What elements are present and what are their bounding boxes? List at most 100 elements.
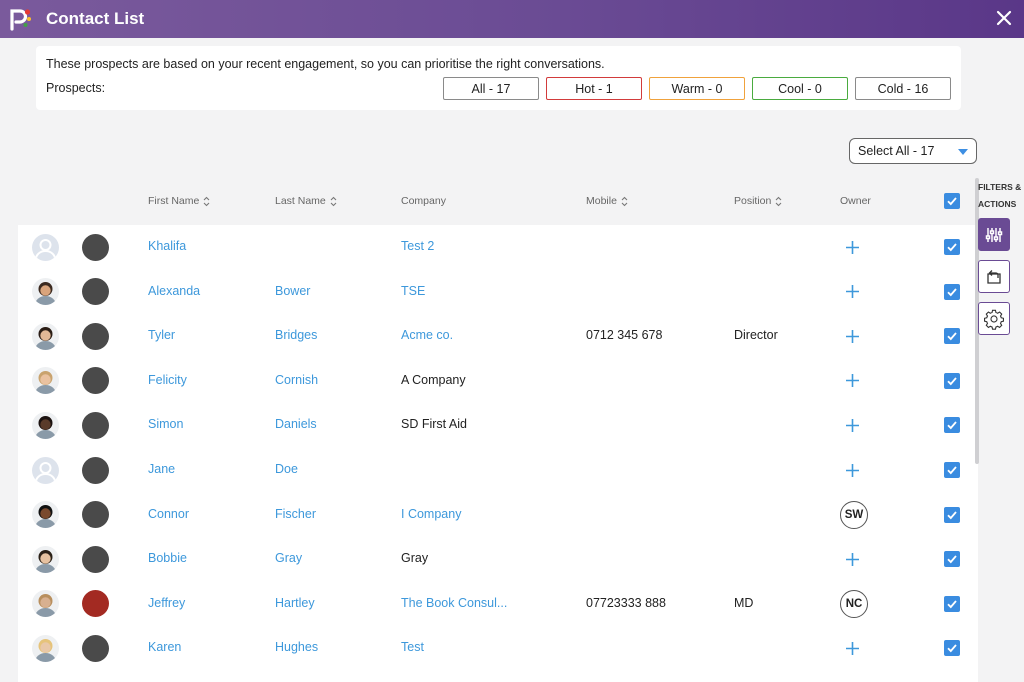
last-name-link[interactable]: Hartley — [275, 596, 315, 610]
status-indicator — [82, 322, 109, 350]
add-owner-icon[interactable] — [845, 373, 860, 388]
last-name-link[interactable]: Hughes — [275, 640, 318, 654]
row-checkbox[interactable] — [944, 462, 960, 479]
last-name-link[interactable]: Fischer — [275, 507, 316, 521]
move-to-folder-icon — [987, 269, 1001, 284]
row-checkbox[interactable] — [944, 239, 960, 256]
owner-badge[interactable]: NC — [840, 589, 868, 618]
table-row[interactable]: Felicity Cornish A Company — [18, 359, 978, 404]
column-header-company: Company — [401, 195, 446, 207]
row-checkbox[interactable] — [944, 595, 960, 612]
first-name-link[interactable]: Felicity — [148, 373, 187, 387]
avatar — [32, 411, 59, 439]
avatar-placeholder-icon — [32, 233, 59, 261]
table-row[interactable]: Simon Daniels SD First Aid — [18, 403, 978, 448]
company-cell[interactable]: Test — [401, 640, 424, 654]
close-icon[interactable] — [994, 8, 1014, 28]
first-name-link[interactable]: Jeffrey — [148, 596, 185, 610]
checkmark-icon — [947, 555, 957, 564]
last-name-link[interactable]: Bower — [275, 284, 310, 298]
table-row[interactable]: Khalifa Test 2 — [18, 225, 978, 270]
row-checkbox[interactable] — [944, 328, 960, 345]
add-owner-icon[interactable] — [845, 552, 860, 567]
position-cell: Director — [734, 328, 778, 343]
filter-button-1[interactable]: Hot - 1 — [546, 77, 642, 100]
company-cell[interactable]: TSE — [401, 284, 425, 298]
table-row[interactable]: Karen Hughes Test — [18, 626, 978, 671]
add-owner-icon[interactable] — [845, 463, 860, 478]
add-owner-icon[interactable] — [845, 641, 860, 656]
avatar — [32, 278, 59, 306]
table-row[interactable]: Jeffrey Hartley The Book Consul... 07723333… — [18, 581, 978, 626]
last-name-link[interactable]: Doe — [275, 462, 298, 476]
position-cell: MD — [734, 595, 754, 610]
sort-icon — [203, 196, 210, 206]
filter-button-2[interactable]: Warm - 0 — [649, 77, 745, 100]
last-name-link[interactable]: Cornish — [275, 373, 318, 387]
first-name-link[interactable]: Karen — [148, 640, 181, 654]
row-checkbox[interactable] — [944, 283, 960, 300]
status-indicator — [82, 411, 109, 439]
sort-icon — [330, 196, 337, 206]
add-owner-icon[interactable] — [845, 240, 860, 255]
table-row[interactable]: Alexanda Bower TSE — [18, 270, 978, 315]
column-header-last-name[interactable]: Last Name — [275, 195, 337, 207]
avatar — [32, 322, 59, 350]
avatar — [32, 501, 59, 529]
column-header-mobile[interactable]: Mobile — [586, 195, 628, 207]
window-title: Contact List — [46, 9, 145, 28]
company-cell[interactable]: Acme co. — [401, 328, 453, 342]
export-button[interactable] — [978, 260, 1010, 293]
add-owner-icon[interactable] — [845, 329, 860, 344]
filters-button[interactable] — [978, 218, 1010, 251]
status-indicator — [82, 233, 109, 261]
first-name-link[interactable]: Simon — [148, 417, 183, 431]
company-cell[interactable]: The Book Consul... — [401, 596, 507, 610]
first-name-link[interactable]: Connor — [148, 507, 189, 521]
company-cell[interactable]: Test 2 — [401, 239, 434, 253]
select-all-label: Select All - 17 — [858, 144, 935, 158]
first-name-link[interactable]: Khalifa — [148, 239, 186, 253]
last-name-link[interactable]: Bridges — [275, 328, 317, 342]
row-checkbox[interactable] — [944, 372, 960, 389]
table-row[interactable]: Bobbie Gray Gray — [18, 537, 978, 582]
filter-button-0[interactable]: All - 17 — [443, 77, 539, 100]
filter-button-4[interactable]: Cold - 16 — [855, 77, 951, 100]
first-name-link[interactable]: Tyler — [148, 328, 175, 342]
sliders-icon — [985, 227, 1003, 242]
company-cell: SD First Aid — [401, 417, 467, 432]
filter-button-3[interactable]: Cool - 0 — [752, 77, 848, 100]
settings-button[interactable] — [978, 302, 1010, 335]
mobile-cell: 0712 345 678 — [586, 328, 663, 343]
select-all-checkbox[interactable] — [944, 193, 960, 209]
table-row[interactable]: Connor Fischer I Company SW — [18, 492, 978, 537]
column-header-position[interactable]: Position — [734, 195, 782, 207]
owner-badge[interactable]: SW — [840, 500, 868, 529]
last-name-link[interactable]: Gray — [275, 551, 302, 565]
add-owner-icon[interactable] — [845, 418, 860, 433]
row-checkbox[interactable] — [944, 551, 960, 568]
first-name-link[interactable]: Jane — [148, 462, 175, 476]
row-checkbox[interactable] — [944, 640, 960, 657]
add-owner-icon[interactable] — [845, 284, 860, 299]
table-row[interactable]: Tyler Bridges Acme co. 0712 345 678 Director — [18, 314, 978, 359]
row-checkbox[interactable] — [944, 417, 960, 434]
first-name-link[interactable]: Bobbie — [148, 551, 187, 565]
company-cell: A Company — [401, 372, 466, 387]
row-checkbox[interactable] — [944, 506, 960, 523]
checkmark-icon — [947, 377, 957, 386]
column-header-first-name[interactable]: First Name — [148, 195, 210, 207]
select-all-dropdown[interactable]: Select All - 17 — [849, 138, 977, 164]
table-row[interactable]: Jane Doe — [18, 448, 978, 493]
last-name-link[interactable]: Daniels — [275, 417, 317, 431]
first-name-link[interactable]: Alexanda — [148, 284, 200, 298]
company-cell[interactable]: I Company — [401, 507, 461, 521]
checkmark-icon — [947, 243, 957, 252]
sort-icon — [775, 196, 782, 206]
status-indicator — [82, 456, 109, 484]
avatar-placeholder-icon — [32, 456, 59, 484]
gear-icon — [984, 309, 1004, 330]
avatar — [32, 590, 59, 618]
column-label: Owner — [840, 195, 871, 207]
status-indicator — [82, 545, 109, 573]
